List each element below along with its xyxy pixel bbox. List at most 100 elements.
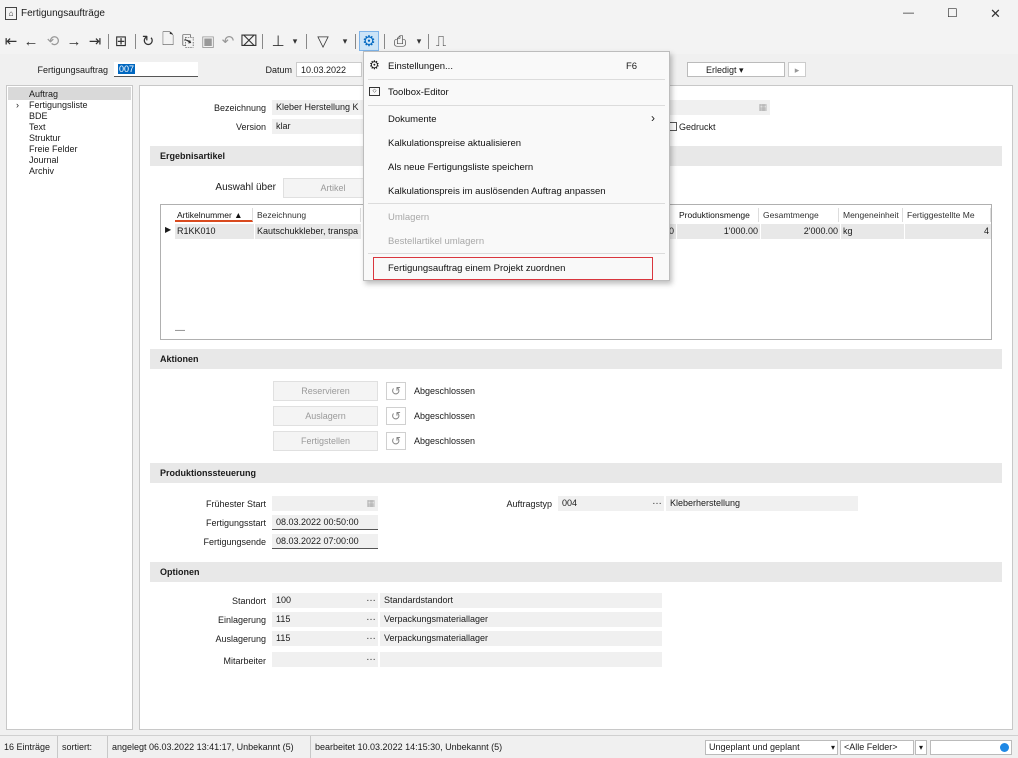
pin-dropdown-icon[interactable]: ▾ [290, 31, 300, 51]
next-record-icon[interactable]: → [66, 31, 82, 51]
menu-separator [368, 203, 665, 204]
menu-item-bestellartikel-umlagern: Bestellartikel umlagern [388, 236, 485, 247]
delete-icon[interactable]: ⌧ [240, 31, 257, 51]
status-next-button[interactable]: ▸ [788, 62, 806, 77]
last-record-icon[interactable]: ⇥ [86, 31, 104, 51]
section-optionen: Optionen [150, 562, 1002, 582]
cell-produktionsmenge[interactable]: 1'000.00 [677, 224, 760, 239]
fertigungsstart-field[interactable]: 08.03.2022 00:50:00 [272, 515, 378, 530]
nav-item-fertigungsliste[interactable]: Fertigungsliste [29, 100, 88, 111]
column-header-artikelnummer[interactable]: Artikelnummer ▲ [175, 208, 253, 222]
chevron-down-icon: ▾ [830, 743, 835, 752]
nav-item-text[interactable]: Text [29, 122, 46, 133]
print-icon[interactable]: ⎙ [391, 31, 409, 51]
auslagerung-label: Auslagerung [215, 634, 266, 644]
undo-icon[interactable]: ↶ [220, 31, 236, 51]
nav-item-archiv[interactable]: Archiv [29, 166, 54, 177]
toolbar-separator [108, 34, 109, 49]
reservieren-button[interactable]: Reservieren [273, 381, 378, 401]
mitarbeiter-field[interactable] [272, 652, 378, 667]
history-icon[interactable]: ⟲ [45, 31, 61, 51]
gear-icon: ⚙ [369, 58, 380, 72]
quick-search-input[interactable] [930, 740, 1012, 755]
auslagern-button[interactable]: Auslagern [273, 406, 378, 426]
cell-mengeneinheit[interactable]: kg [841, 224, 904, 239]
close-button[interactable]: ✕ [990, 6, 1001, 22]
fruehester-start-label: Frühester Start [205, 499, 266, 509]
save-icon[interactable]: ▣ [200, 31, 216, 51]
standort-lookup-icon[interactable]: … [366, 593, 376, 604]
filter-icon[interactable]: ▽ [314, 31, 332, 51]
fertigungsende-field[interactable]: 08.03.2022 07:00:00 [272, 534, 378, 549]
cell-artikelnummer[interactable]: R1KK010 [175, 224, 254, 239]
auslagerung-lookup-icon[interactable]: … [366, 631, 376, 642]
status-sortiert: sortiert: [58, 736, 108, 758]
minimize-button[interactable]: — [903, 7, 914, 19]
first-record-icon[interactable]: ⇤ [3, 31, 19, 51]
auftrag-number-field[interactable]: 007 [114, 62, 198, 77]
column-header-produktionsmenge[interactable]: Produktionsmenge [677, 208, 759, 222]
felder-dropdown-value: <Alle Felder> [844, 742, 898, 752]
standort-field[interactable]: 100 [272, 593, 378, 608]
nav-item-bde[interactable]: BDE [29, 111, 48, 122]
felder-chevron-icon[interactable]: ▾ [915, 740, 927, 755]
fertigstellen-status: Abgeschlossen [414, 436, 476, 446]
cell-bezeichnung[interactable]: Kautschukkleber, transpa [255, 224, 361, 239]
fertigstellen-undo-icon[interactable]: ↺ [386, 432, 406, 450]
version-field[interactable]: klar [272, 119, 364, 134]
exit-icon[interactable]: ⎍ [433, 31, 449, 51]
reservieren-undo-icon[interactable]: ↺ [386, 382, 406, 400]
nav-item-auftrag[interactable]: Auftrag [29, 89, 58, 100]
menu-item-kalkulationspreise-aktualisieren[interactable]: Kalkulationspreise aktualisieren [388, 138, 521, 149]
menu-item-als-fertigungsliste[interactable]: Als neue Fertigungsliste speichern [388, 162, 533, 173]
datum-field[interactable]: 10.03.2022 [296, 62, 362, 77]
cell-gesamtmenge[interactable]: 2'000.00 [761, 224, 840, 239]
auslagern-undo-icon[interactable]: ↺ [386, 407, 406, 425]
felder-dropdown[interactable]: <Alle Felder> [840, 740, 914, 755]
new-icon[interactable]: 🗋 [160, 31, 176, 51]
status-dropdown[interactable]: Erledigt ▾ [687, 62, 785, 77]
copy-icon[interactable]: ⎘ [180, 31, 196, 51]
mitarbeiter-label: Mitarbeiter [223, 656, 266, 666]
menu-item-kalkulationspreis-anpassen[interactable]: Kalkulationspreis im auslösenden Auftrag… [388, 186, 606, 197]
column-header-gesamtmenge[interactable]: Gesamtmenge [761, 208, 839, 222]
auftragstyp-lookup-icon[interactable]: … [652, 496, 662, 507]
auslagerung-field[interactable]: 115 [272, 631, 378, 646]
cell-fertiggestellt[interactable]: 4 [905, 224, 991, 239]
mitarbeiter-description [380, 652, 662, 667]
column-header-bezeichnung[interactable]: Bezeichnung [255, 208, 361, 222]
table-view-icon[interactable]: ⊞ [112, 31, 130, 51]
maximize-button[interactable]: ☐ [947, 6, 958, 20]
row-marker-icon: ▶ [165, 225, 172, 234]
fruehester-start-field[interactable]: ▦ [272, 496, 378, 511]
filter-dropdown[interactable]: Ungeplant und geplant ▾ [705, 740, 838, 755]
column-header-mengeneinheit[interactable]: Mengeneinheit [841, 208, 903, 222]
title-bar: ⌂ Fertigungsaufträge — ☐ ✕ [0, 0, 1018, 28]
nav-item-freie-felder[interactable]: Freie Felder [29, 144, 78, 155]
auftragstyp-description: Kleberherstellung [666, 496, 858, 511]
menu-item-einstellungen[interactable]: Einstellungen... [388, 61, 453, 72]
menu-item-toolbox-editor[interactable]: Toolbox-Editor [388, 87, 449, 98]
fertigstellen-button[interactable]: Fertigstellen [273, 431, 378, 451]
chevron-right-icon[interactable]: › [16, 100, 19, 111]
column-header-fertiggestellte[interactable]: Fertiggestellte Me [905, 208, 991, 222]
print-dropdown-icon[interactable]: ▾ [414, 31, 424, 51]
toolbar-separator [306, 34, 307, 49]
mitarbeiter-lookup-icon[interactable]: … [366, 652, 376, 663]
auftragstyp-field[interactable]: 004 [558, 496, 664, 511]
fertigungsende-label: Fertigungsende [203, 537, 266, 547]
search-go-icon[interactable] [1000, 743, 1009, 752]
pin-icon[interactable]: ⊥ [270, 31, 286, 51]
nav-item-journal[interactable]: Journal [29, 155, 59, 166]
prev-record-icon[interactable]: ← [23, 31, 39, 51]
einlagerung-lookup-icon[interactable]: … [366, 612, 376, 623]
date-field-hidden[interactable]: ▦ [668, 100, 770, 115]
menu-item-dokumente[interactable]: Dokumente [388, 114, 437, 125]
refresh-icon[interactable]: ↻ [140, 31, 156, 51]
nav-item-struktur[interactable]: Struktur [29, 133, 61, 144]
filter-dropdown-icon[interactable]: ▾ [340, 31, 350, 51]
settings-gear-icon[interactable]: ⚙ [359, 31, 379, 51]
einlagerung-field[interactable]: 115 [272, 612, 378, 627]
bezeichnung-field[interactable]: Kleber Herstellung K [272, 100, 364, 115]
menu-item-projekt-zuordnen[interactable]: Fertigungsauftrag einem Projekt zuordnen [388, 263, 565, 274]
